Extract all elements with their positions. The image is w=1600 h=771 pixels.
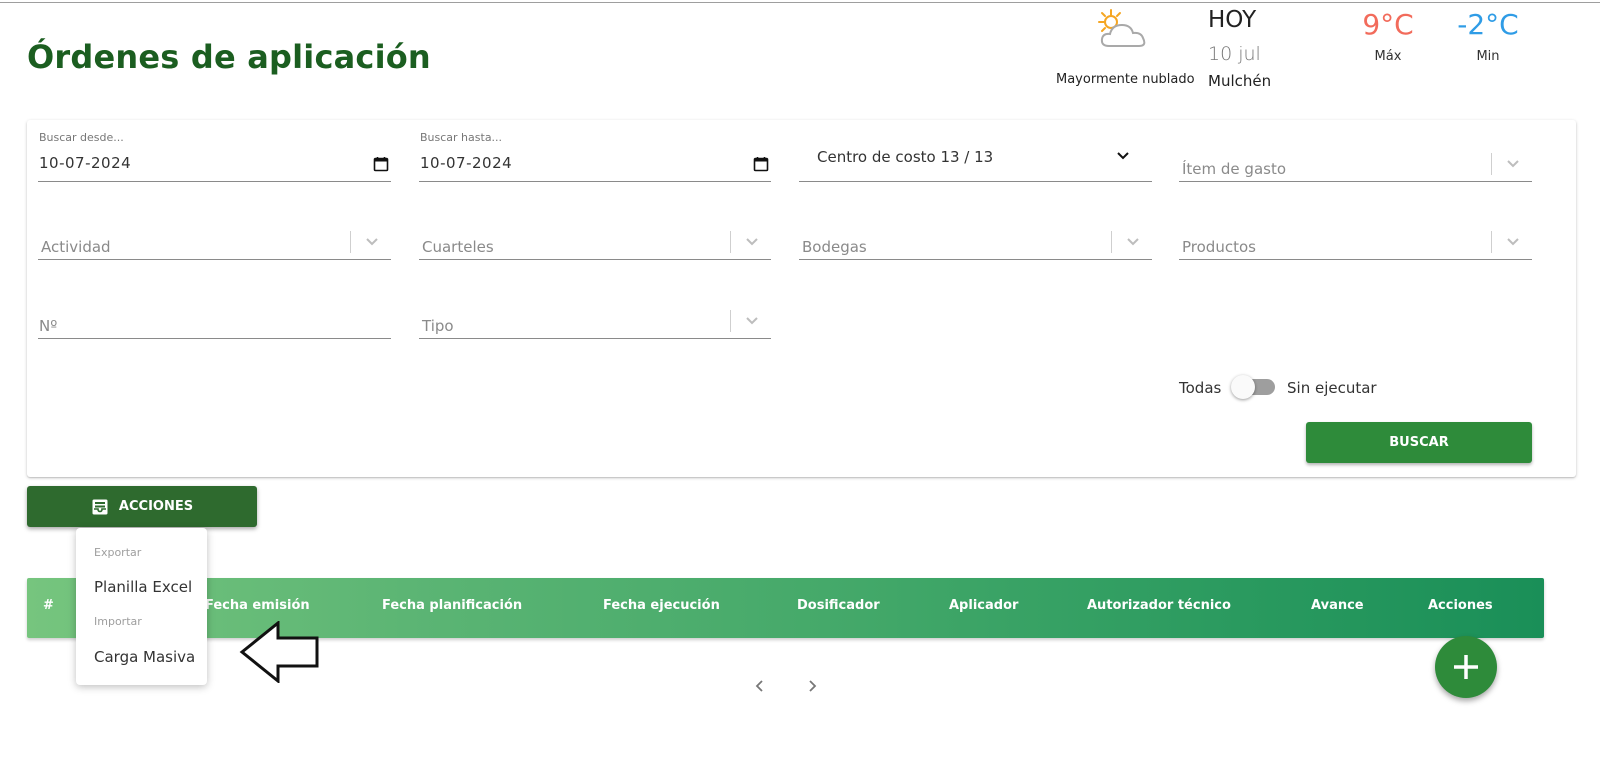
toggle-left-label: Todas [1179,379,1222,397]
number-placeholder: Nº [39,317,58,335]
weather-description: Mayormente nublado [1056,72,1195,87]
top-border [0,2,1600,3]
calendar-icon[interactable] [753,156,769,172]
arrow-left-annotation-icon [239,621,319,683]
actions-menu: Exportar Planilla Excel Importar Carga M… [76,528,207,685]
weather-max-label: Máx [1374,49,1402,64]
chevron-down-icon[interactable] [1506,236,1520,248]
warehouses-select[interactable]: Bodegas [799,196,1152,260]
select-separator [730,231,731,253]
type-placeholder: Tipo [422,317,454,335]
column-header-issue-date[interactable]: Fecha emisión [205,598,310,613]
partly-cloudy-icon [1098,9,1146,47]
chevron-right-icon[interactable] [804,678,820,694]
chevron-left-icon[interactable] [752,678,768,694]
number-input[interactable]: Nº [38,275,391,339]
toggle-right-label: Sin ejecutar [1287,379,1377,397]
products-placeholder: Productos [1182,238,1256,256]
expense-item-placeholder: Ítem de gasto [1182,160,1287,178]
column-header-execution-date[interactable]: Fecha ejecución [603,598,720,613]
date-to-label: Buscar hasta... [420,131,503,144]
date-from-label: Buscar desde... [39,131,124,144]
chevron-down-icon[interactable] [1126,236,1140,248]
weather-max-temp: 9°C [1362,8,1414,41]
quarters-select[interactable]: Cuarteles [419,196,771,260]
search-button[interactable]: BUSCAR [1306,422,1532,463]
products-select[interactable]: Productos [1179,196,1532,260]
calendar-icon[interactable] [373,156,389,172]
weather-today-label: HOY [1208,7,1257,33]
column-header-actions[interactable]: Acciones [1428,598,1493,613]
select-separator [1111,231,1112,253]
chevron-down-icon[interactable] [1506,158,1520,170]
chevron-down-icon[interactable] [745,315,759,327]
weather-date: 10 jul [1208,43,1261,65]
menu-item-excel-sheet[interactable]: Planilla Excel [94,578,192,596]
menu-item-bulk-upload[interactable]: Carga Masiva [94,648,195,666]
weather-min-temp: -2°C [1457,8,1519,41]
cost-center-value: Centro de costo 13 / 13 [817,148,994,166]
date-to-field[interactable]: Buscar hasta... 10-07-2024 [419,118,771,182]
date-from-value[interactable]: 10-07-2024 [39,154,131,172]
chevron-down-icon[interactable] [365,236,379,248]
select-separator [730,310,731,332]
column-header-number[interactable]: # [43,598,54,613]
menu-section-import: Importar [94,615,142,628]
column-header-applicator[interactable]: Aplicador [949,598,1018,613]
actions-button[interactable]: ACCIONES [27,486,257,527]
chevron-down-icon[interactable] [1116,150,1130,162]
chevron-down-icon[interactable] [745,236,759,248]
activity-select[interactable]: Actividad [38,196,391,260]
add-order-button[interactable] [1435,636,1497,698]
actions-button-label: ACCIONES [118,499,194,514]
column-header-planning-date[interactable]: Fecha planificación [382,598,522,613]
column-header-progress[interactable]: Avance [1311,598,1364,613]
date-from-field[interactable]: Buscar desde... 10-07-2024 [38,118,391,182]
menu-section-export: Exportar [94,546,142,559]
activity-placeholder: Actividad [41,238,111,256]
select-separator [1491,153,1492,175]
warehouses-placeholder: Bodegas [802,238,867,256]
page-title: Órdenes de aplicación [27,38,431,76]
select-separator [1491,231,1492,253]
expense-item-select[interactable]: Ítem de gasto [1179,118,1532,182]
weather-city: Mulchén [1208,72,1272,90]
date-to-value[interactable]: 10-07-2024 [420,154,512,172]
weather-min-label: Min [1476,49,1500,64]
toggle-knob[interactable] [1231,375,1255,399]
plus-icon [1454,655,1478,679]
column-header-technical-authorizer[interactable]: Autorizador técnico [1087,598,1231,613]
column-header-dosifier[interactable]: Dosificador [797,598,880,613]
cost-center-select[interactable]: Centro de costo 13 / 13 [799,118,1152,182]
inbox-tray-icon [92,499,108,514]
quarters-placeholder: Cuarteles [422,238,494,256]
type-select[interactable]: Tipo [419,275,771,339]
select-separator [350,231,351,253]
